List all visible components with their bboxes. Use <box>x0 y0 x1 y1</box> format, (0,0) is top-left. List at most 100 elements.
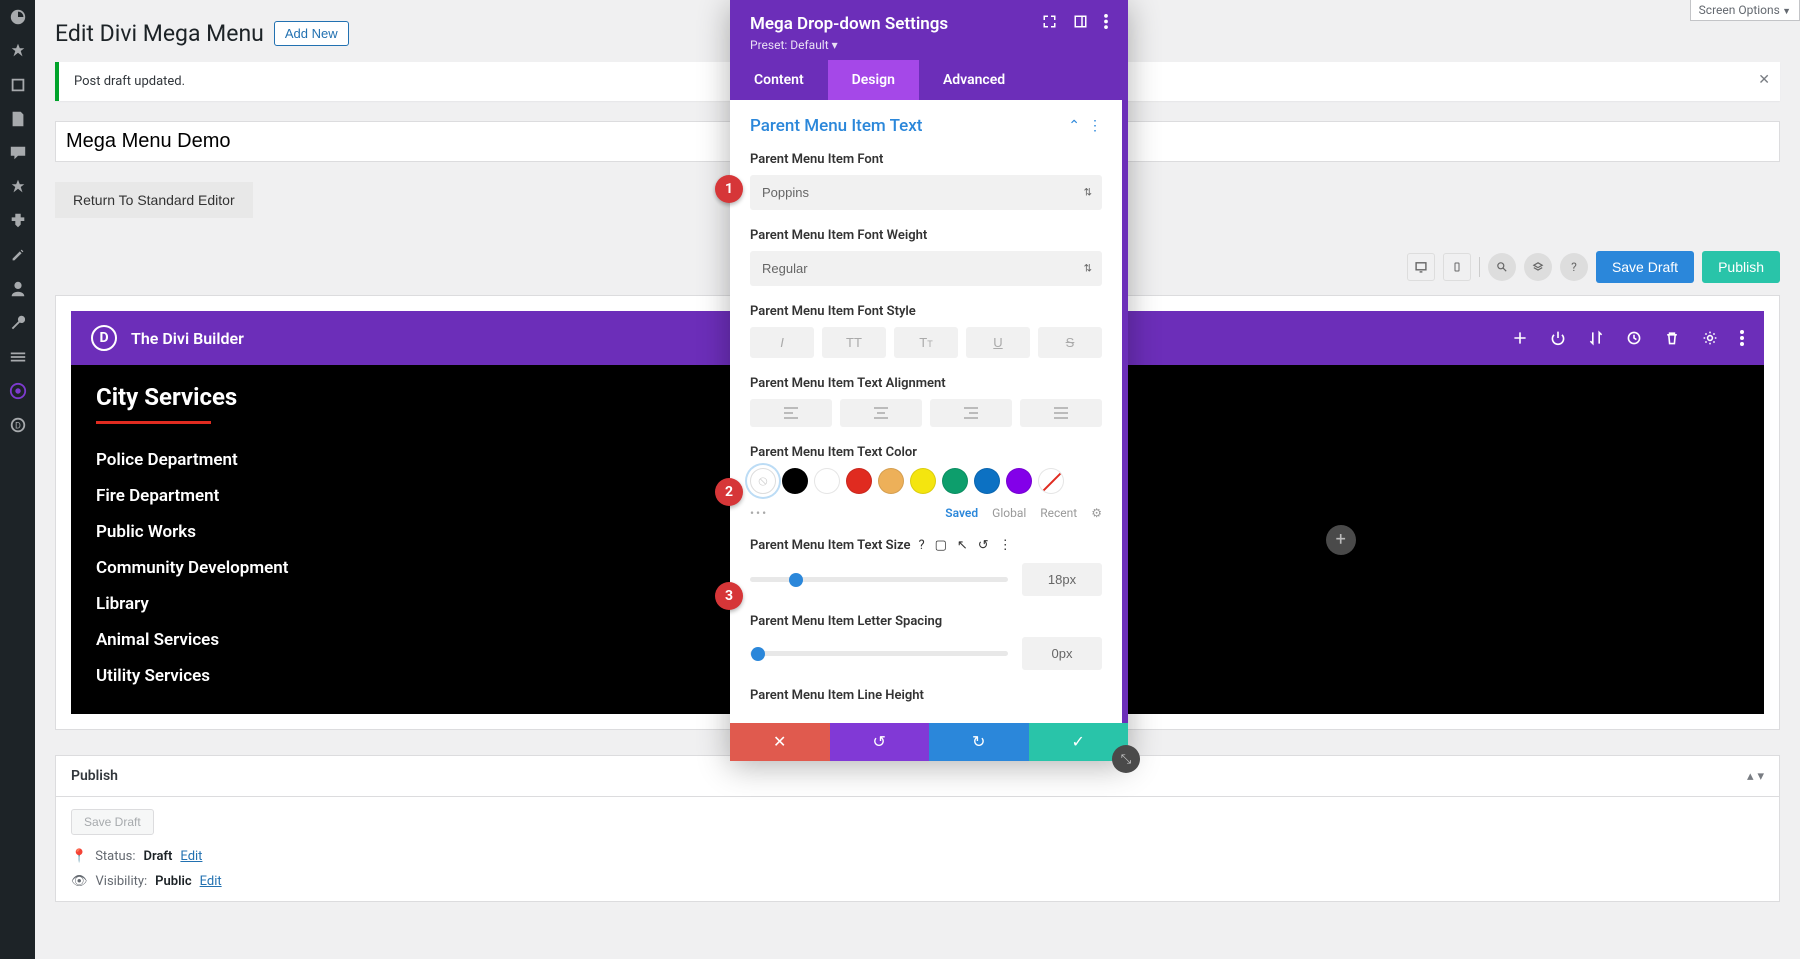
publish-button[interactable]: Publish <box>1702 251 1780 283</box>
kebab-icon[interactable] <box>1104 14 1108 29</box>
add-module-icon[interactable]: + <box>1326 525 1356 555</box>
size-slider[interactable] <box>750 577 1008 582</box>
trash-icon[interactable] <box>1664 330 1680 346</box>
tab-content[interactable]: Content <box>730 60 828 100</box>
style-label: Parent Menu Item Font Style <box>750 304 1102 319</box>
redo-button[interactable]: ↻ <box>929 723 1029 761</box>
power-icon[interactable] <box>1550 330 1566 346</box>
uppercase-button[interactable]: TT <box>822 327 886 358</box>
history-icon[interactable] <box>1626 330 1642 346</box>
smallcaps-button[interactable]: TT <box>894 327 958 358</box>
color-tab-recent[interactable]: Recent <box>1040 506 1077 520</box>
undo-button[interactable]: ↺ <box>830 723 930 761</box>
font-label: Parent Menu Item Font <box>750 152 1102 167</box>
underline-button[interactable]: U <box>966 327 1030 358</box>
sidebar-pages-icon[interactable] <box>0 102 35 136</box>
section-title[interactable]: Parent Menu Item Text ⌃ ⋮ <box>750 116 1102 136</box>
color-settings-icon[interactable]: ⚙ <box>1091 506 1102 520</box>
color-swatch[interactable] <box>1006 468 1032 494</box>
save-draft-minor-button[interactable]: Save Draft <box>71 809 154 835</box>
settings-preset[interactable]: Preset: Default ▾ <box>750 38 948 52</box>
layers-icon[interactable] <box>1524 253 1552 281</box>
align-left-button[interactable] <box>750 399 832 427</box>
color-swatch[interactable] <box>942 468 968 494</box>
kebab-icon[interactable]: ⋮ <box>1088 118 1102 134</box>
sidebar-appearance-icon[interactable] <box>0 238 35 272</box>
color-swatches <box>750 468 1102 494</box>
align-label: Parent Menu Item Text Alignment <box>750 376 1102 391</box>
color-tab-saved[interactable]: Saved <box>945 506 978 520</box>
align-justify-button[interactable] <box>1020 399 1102 427</box>
font-select[interactable]: Poppins <box>750 175 1102 210</box>
chevron-up-icon[interactable]: ⌃ <box>1068 118 1080 134</box>
gear-icon[interactable] <box>1702 330 1718 346</box>
spacing-slider[interactable] <box>750 651 1008 656</box>
reset-icon[interactable]: ↺ <box>978 538 989 553</box>
color-swatch[interactable] <box>878 468 904 494</box>
color-swatch[interactable] <box>846 468 872 494</box>
device-mobile-icon[interactable] <box>1443 253 1471 281</box>
color-more-icon[interactable]: ••• <box>750 506 768 520</box>
annotation-badge-3: 3 <box>715 582 743 610</box>
sidebar-users-icon[interactable] <box>0 272 35 306</box>
align-center-button[interactable] <box>840 399 922 427</box>
color-swatch[interactable] <box>814 468 840 494</box>
sidebar-comments-icon[interactable] <box>0 136 35 170</box>
kebab-icon[interactable]: ⋮ <box>999 538 1012 553</box>
tab-design[interactable]: Design <box>828 60 919 100</box>
sidebar-divi2-icon[interactable]: D <box>0 408 35 442</box>
settings-panel: Mega Drop-down Settings Preset: Default … <box>730 0 1128 761</box>
align-right-button[interactable] <box>930 399 1012 427</box>
italic-button[interactable]: I <box>750 327 814 358</box>
notice-text: Post draft updated. <box>74 74 185 89</box>
color-swatch[interactable] <box>910 468 936 494</box>
fullscreen-icon[interactable] <box>1042 14 1057 29</box>
add-icon[interactable] <box>1512 330 1528 346</box>
save-draft-button[interactable]: Save Draft <box>1596 251 1694 283</box>
device-icon[interactable]: ▢ <box>935 538 947 553</box>
size-input[interactable] <box>1022 563 1102 596</box>
annotation-badge-2: 2 <box>715 478 743 506</box>
sidebar-tools-icon[interactable] <box>0 306 35 340</box>
sidebar-divi-icon[interactable] <box>0 374 35 408</box>
color-swatch-current[interactable] <box>750 468 776 494</box>
search-icon[interactable] <box>1488 253 1516 281</box>
color-swatch[interactable] <box>782 468 808 494</box>
color-tab-global[interactable]: Global <box>992 506 1026 520</box>
sidebar-pin-icon[interactable] <box>0 34 35 68</box>
color-label: Parent Menu Item Text Color <box>750 445 1102 460</box>
publish-metabox: Publish ▴ ▾ Save Draft 📍 Status: Draft E… <box>55 755 1780 902</box>
kebab-icon[interactable] <box>1740 330 1744 346</box>
device-desktop-icon[interactable] <box>1407 253 1435 281</box>
settings-title: Mega Drop-down Settings <box>750 14 948 34</box>
weight-select[interactable]: Regular <box>750 251 1102 286</box>
sidebar-settings-icon[interactable] <box>0 340 35 374</box>
swap-icon[interactable] <box>1588 330 1604 346</box>
edit-visibility-link[interactable]: Edit <box>200 874 222 889</box>
pin-icon: 📍 <box>71 849 87 864</box>
cancel-button[interactable]: ✕ <box>730 723 830 761</box>
screen-options-toggle[interactable]: Screen Options <box>1690 0 1800 21</box>
sidebar-media-icon[interactable] <box>0 68 35 102</box>
sidebar-dashboard-icon[interactable] <box>0 0 35 34</box>
edit-status-link[interactable]: Edit <box>180 849 202 864</box>
strikethrough-button[interactable]: S <box>1038 327 1102 358</box>
hover-icon[interactable]: ↖ <box>957 538 968 553</box>
sidebar-plugins-icon[interactable] <box>0 204 35 238</box>
weight-label: Parent Menu Item Font Weight <box>750 228 1102 243</box>
color-swatch[interactable] <box>974 468 1000 494</box>
resize-handle-icon[interactable]: ⤡ <box>1112 745 1140 773</box>
help-icon[interactable]: ? <box>918 538 924 553</box>
sidebar-pin2-icon[interactable] <box>0 170 35 204</box>
return-standard-editor-button[interactable]: Return To Standard Editor <box>55 182 253 218</box>
help-icon[interactable]: ? <box>1560 253 1588 281</box>
color-swatch-none[interactable] <box>1038 468 1064 494</box>
add-new-button[interactable]: Add New <box>274 21 349 46</box>
notice-dismiss-icon[interactable]: ✕ <box>1758 72 1770 88</box>
tab-advanced[interactable]: Advanced <box>919 60 1029 100</box>
spacing-input[interactable] <box>1022 637 1102 670</box>
publish-metabox-title: Publish <box>71 768 118 784</box>
dock-icon[interactable] <box>1073 14 1088 29</box>
chevron-down-icon[interactable]: ▾ <box>1757 769 1764 784</box>
chevron-up-icon[interactable]: ▴ <box>1747 769 1754 784</box>
